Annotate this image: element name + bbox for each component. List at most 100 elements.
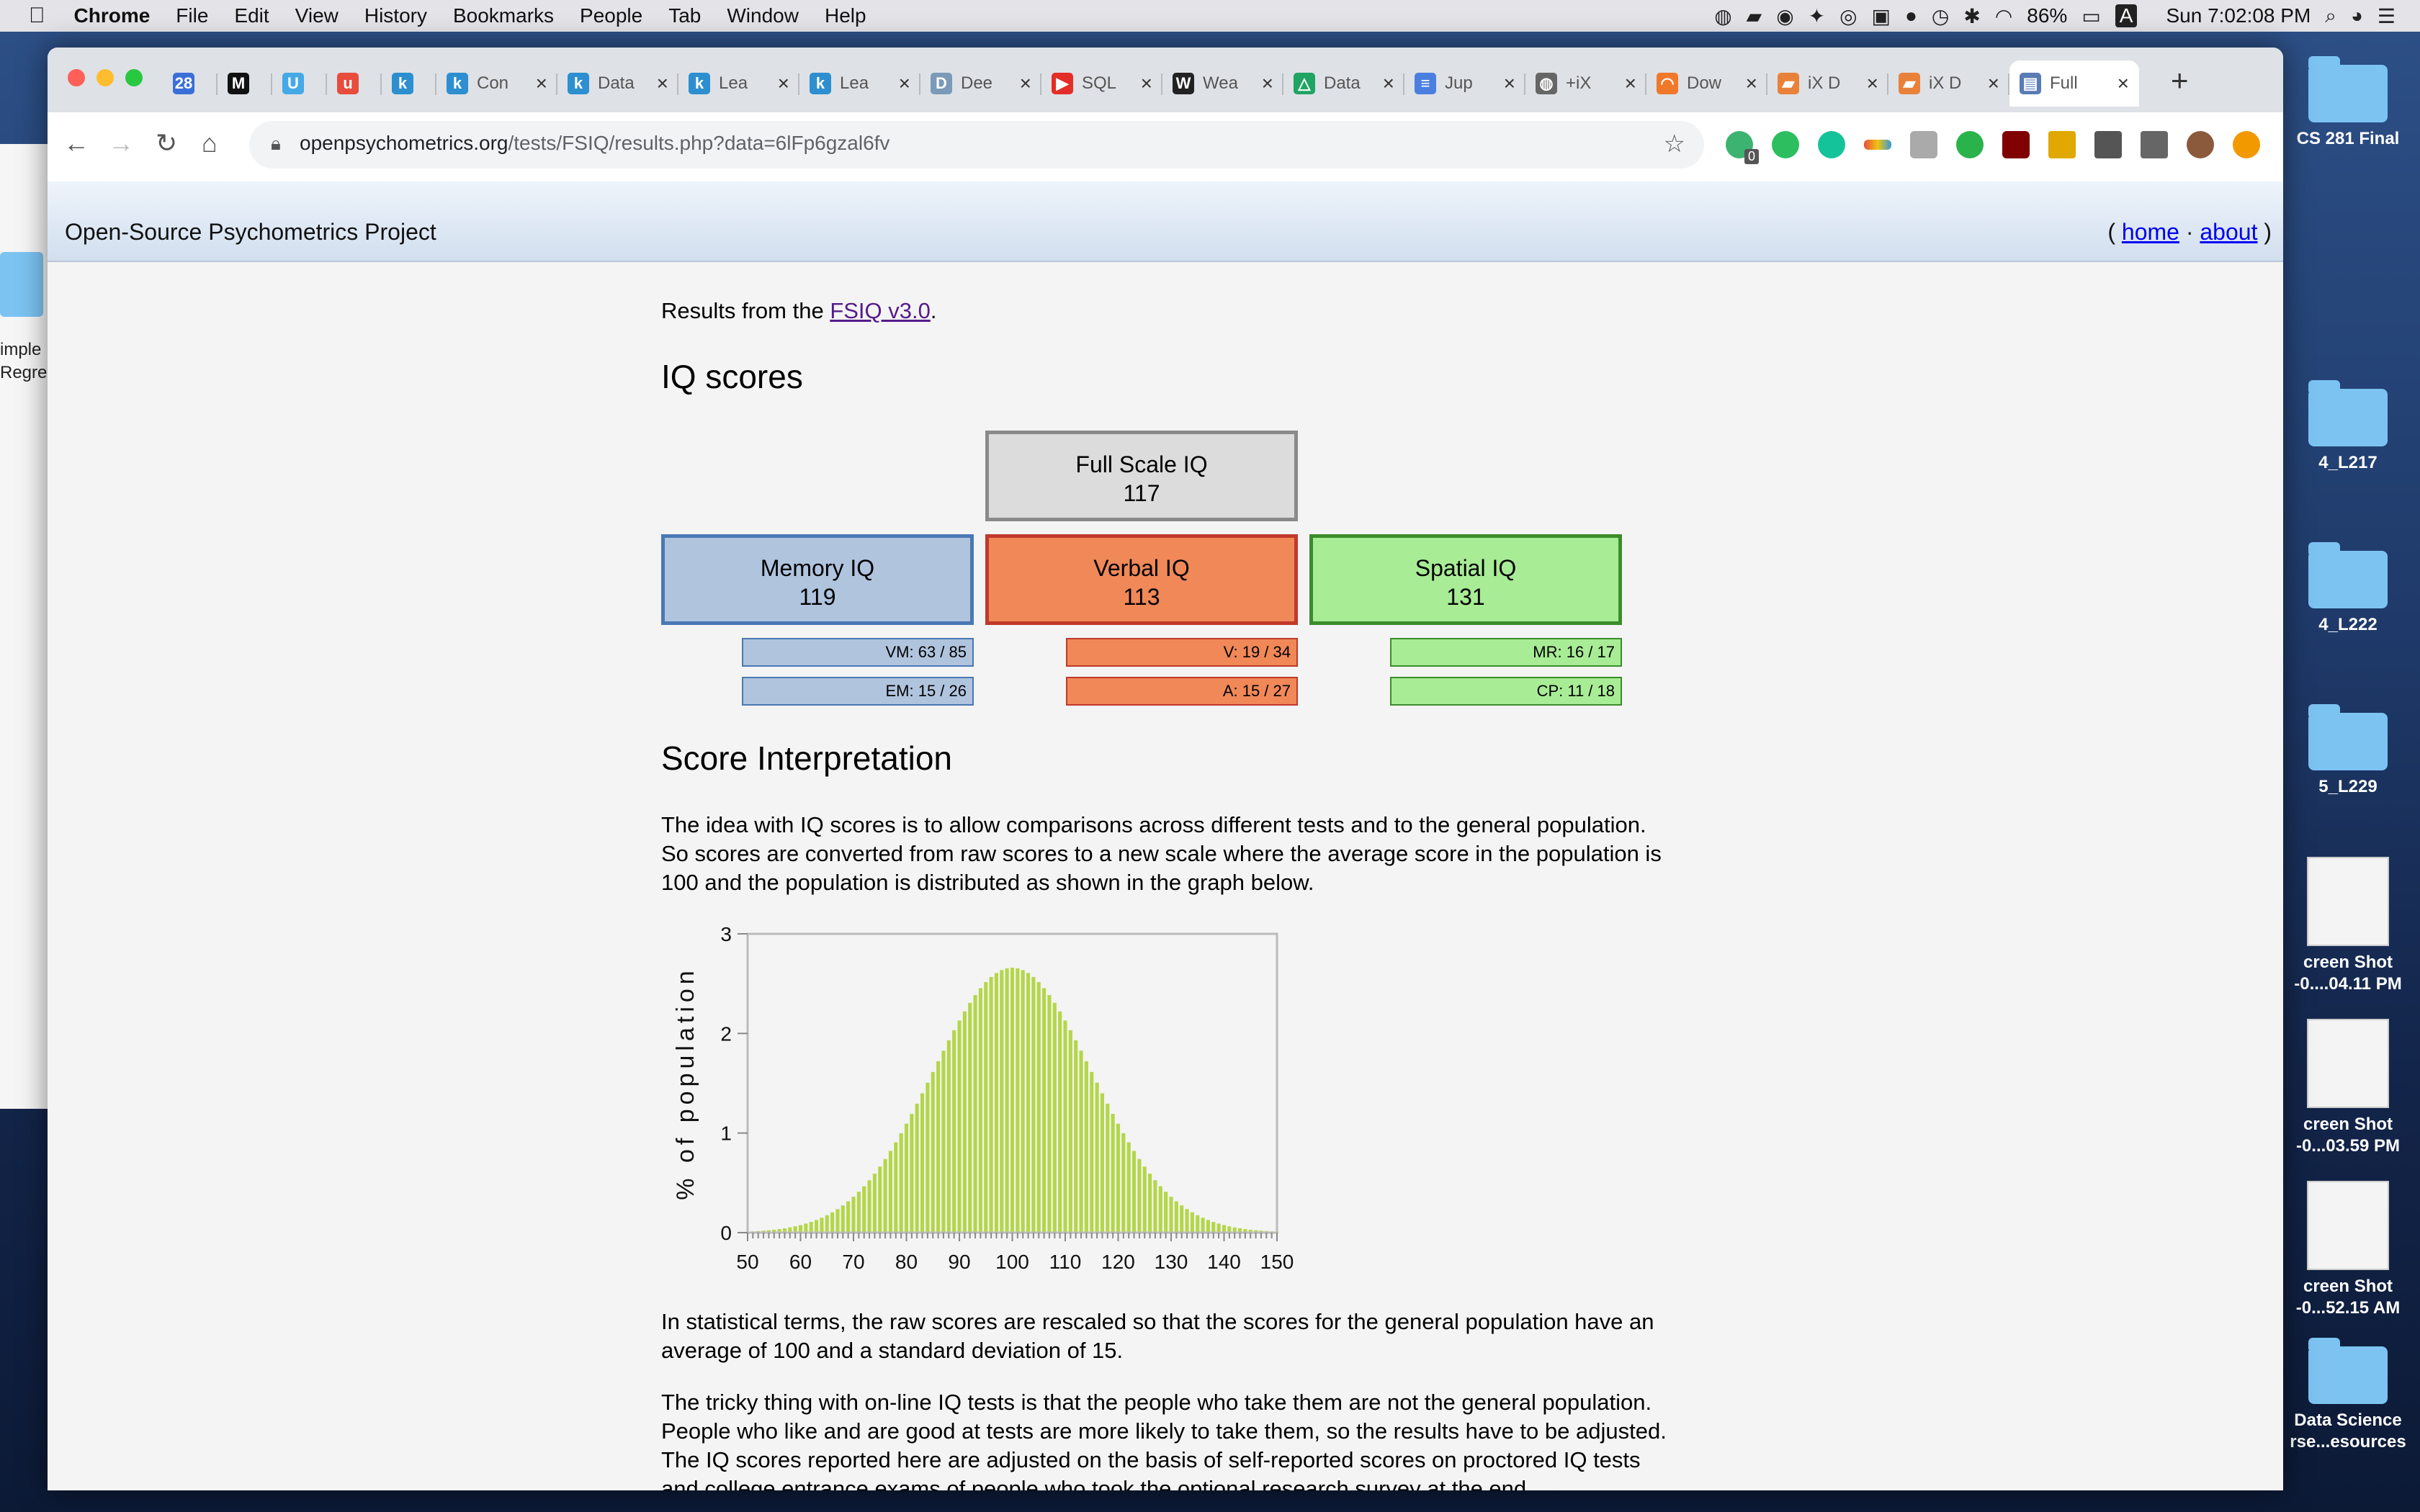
menu-bookmarks[interactable]: Bookmarks bbox=[440, 4, 567, 27]
url-text[interactable]: openpsychometrics.org/tests/FSIQ/results… bbox=[300, 132, 889, 155]
desktop-screenshot-3[interactable]: creen Shot -0...52.15 AM bbox=[2276, 1181, 2420, 1319]
minimize-window-button[interactable] bbox=[97, 69, 114, 86]
browser-tab[interactable]: k Con × bbox=[436, 60, 557, 107]
tab-title: +iX bbox=[1566, 73, 1592, 93]
tab-close-icon[interactable]: × bbox=[536, 72, 547, 95]
w-status-icon[interactable]: ● bbox=[1905, 4, 1917, 27]
browser-tab[interactable]: u bbox=[327, 60, 382, 107]
desktop-folder-cs281[interactable]: CS 281 Final bbox=[2276, 56, 2420, 150]
zoom-window-button[interactable] bbox=[125, 69, 143, 86]
desktop-screenshot-2[interactable]: creen Shot -0...03.59 PM bbox=[2276, 1019, 2420, 1157]
tab-close-icon[interactable]: × bbox=[778, 72, 789, 95]
puzzle-extensions-icon[interactable] bbox=[2141, 131, 2168, 158]
browser-tab[interactable]: ◠ Dow × bbox=[1646, 60, 1767, 107]
bear-status-icon[interactable]: ▣ bbox=[1872, 4, 1891, 28]
browser-tab[interactable]: D Dee × bbox=[920, 60, 1041, 107]
battery-icon[interactable]: ▭ bbox=[2081, 4, 2100, 28]
camera-extension-icon[interactable] bbox=[1910, 131, 1937, 158]
menu-history[interactable]: History bbox=[351, 4, 440, 27]
desktop-folder-l229[interactable]: 5_L229 bbox=[2276, 704, 2420, 798]
bluetooth-icon[interactable]: ✱ bbox=[1963, 4, 1980, 28]
menu-help[interactable]: Help bbox=[812, 4, 879, 27]
tab-close-icon[interactable]: × bbox=[2118, 72, 2129, 95]
evernote-extension-icon[interactable] bbox=[1772, 131, 1799, 158]
tab-close-icon[interactable]: × bbox=[1504, 72, 1515, 95]
browser-tab[interactable]: k Data × bbox=[557, 60, 678, 107]
rainbow-extension-icon[interactable] bbox=[1864, 140, 1891, 150]
browser-tab[interactable]: k Lea × bbox=[799, 60, 920, 107]
browser-tab[interactable]: ▶ SQL × bbox=[1041, 60, 1162, 107]
spotlight-search-icon[interactable]: ⌕ bbox=[2325, 4, 2336, 28]
browser-tab[interactable]: M bbox=[218, 60, 272, 107]
browser-tab[interactable]: U bbox=[272, 60, 327, 107]
menu-app-name[interactable]: Chrome bbox=[61, 4, 163, 27]
browser-tab[interactable]: ◍ +iX × bbox=[1525, 60, 1646, 107]
update-alert-icon[interactable] bbox=[2233, 131, 2260, 158]
ublock-extension-icon[interactable] bbox=[2002, 131, 2030, 158]
menu-view[interactable]: View bbox=[282, 4, 351, 27]
browser-tab[interactable]: ▤ Full × bbox=[2009, 60, 2139, 107]
browser-tab[interactable]: W Wea × bbox=[1162, 60, 1283, 107]
desktop-folder-data-science[interactable]: Data Science rse...esources bbox=[2276, 1338, 2420, 1453]
browser-tab[interactable]: △ Data × bbox=[1283, 60, 1404, 107]
browser-tab[interactable]: ▰ iX D × bbox=[1767, 60, 1888, 107]
messages-status-icon[interactable]: ▰ bbox=[1747, 4, 1762, 28]
wifi-icon[interactable]: ◠ bbox=[1995, 4, 2012, 28]
lock-icon[interactable]: 🔒︎ bbox=[271, 132, 281, 156]
tab-close-icon[interactable]: × bbox=[1867, 72, 1878, 95]
apple-menu-icon[interactable]:  bbox=[0, 4, 61, 28]
menu-window[interactable]: Window bbox=[714, 4, 812, 27]
green-leaf-extension-icon[interactable] bbox=[1956, 131, 1984, 158]
airdrop-status-icon[interactable]: ◎ bbox=[1839, 4, 1857, 28]
checkmark-extension-icon[interactable]: 0 bbox=[1726, 131, 1759, 164]
home-icon[interactable]: ⌂ bbox=[202, 128, 218, 158]
input-source[interactable]: A bbox=[2115, 4, 2138, 27]
profile-avatar[interactable] bbox=[2187, 131, 2214, 158]
browser-tab[interactable]: ≡ Jup × bbox=[1404, 60, 1525, 107]
time-machine-icon[interactable]: ◷ bbox=[1932, 4, 1949, 28]
tab-close-icon[interactable]: × bbox=[1020, 72, 1031, 95]
nav-home-link[interactable]: home bbox=[2122, 219, 2179, 245]
notification-center-icon[interactable]: ☰ bbox=[2378, 4, 2396, 28]
new-tab-button[interactable]: + bbox=[2171, 63, 2189, 98]
browser-tab[interactable]: ▰ iX D × bbox=[1888, 60, 2009, 107]
desktop-screenshot-1[interactable]: creen Shot -0....04.11 PM bbox=[2276, 857, 2420, 995]
nav-about-link[interactable]: about bbox=[2200, 219, 2257, 245]
browser-tab[interactable]: k bbox=[382, 60, 436, 107]
menu-people[interactable]: People bbox=[567, 4, 655, 27]
distribution-bar bbox=[931, 1071, 935, 1233]
menu-tab[interactable]: Tab bbox=[655, 4, 714, 27]
desktop-icon-label: creen Shot -0....04.11 PM bbox=[2294, 953, 2402, 994]
eye-status-icon[interactable]: ◉ bbox=[1776, 4, 1793, 28]
tab-close-icon[interactable]: × bbox=[1625, 72, 1636, 95]
browser-tab[interactable]: k Lea × bbox=[678, 60, 799, 107]
bookmark-star-icon[interactable]: ☆ bbox=[1664, 130, 1685, 158]
tab-close-icon[interactable]: × bbox=[1383, 72, 1394, 95]
tab-close-icon[interactable]: × bbox=[1988, 72, 1999, 95]
tab-close-icon[interactable]: × bbox=[1746, 72, 1757, 95]
desktop-folder-l222[interactable]: 4_L222 bbox=[2276, 542, 2420, 636]
tab-close-icon[interactable]: × bbox=[1262, 72, 1273, 95]
forward-arrow-icon[interactable]: → bbox=[108, 128, 134, 158]
browser-tab[interactable]: 28 bbox=[163, 60, 218, 107]
stack-extension-icon[interactable] bbox=[2048, 131, 2076, 158]
tab-close-icon[interactable]: × bbox=[657, 72, 668, 95]
menu-file[interactable]: File bbox=[163, 4, 221, 27]
menu-clock[interactable]: Sun 7:02:08 PM bbox=[2166, 4, 2311, 27]
desktop-folder-l217[interactable]: 4_L217 bbox=[2276, 380, 2420, 474]
tab-close-icon[interactable]: × bbox=[1141, 72, 1152, 95]
reader-extension-icon[interactable] bbox=[2094, 131, 2122, 158]
battery-percent[interactable]: 86% bbox=[2027, 4, 2067, 27]
address-bar[interactable]: 🔒︎ openpsychometrics.org/tests/FSIQ/resu… bbox=[249, 121, 1704, 168]
distribution-bar bbox=[841, 1205, 845, 1233]
gear-status-icon[interactable]: ✦ bbox=[1809, 4, 1825, 28]
back-arrow-icon[interactable]: ← bbox=[63, 128, 89, 158]
siri-icon[interactable]: ◕ bbox=[2351, 4, 2363, 27]
dropbox-status-icon[interactable]: ◍ bbox=[1714, 4, 1731, 28]
grammarly-extension-icon[interactable] bbox=[1818, 131, 1845, 158]
reload-icon[interactable]: ↻ bbox=[156, 128, 177, 158]
close-window-button[interactable] bbox=[68, 69, 85, 86]
tab-close-icon[interactable]: × bbox=[899, 72, 910, 95]
menu-edit[interactable]: Edit bbox=[221, 4, 282, 27]
fsiq-link[interactable]: FSIQ v3.0 bbox=[830, 298, 931, 323]
